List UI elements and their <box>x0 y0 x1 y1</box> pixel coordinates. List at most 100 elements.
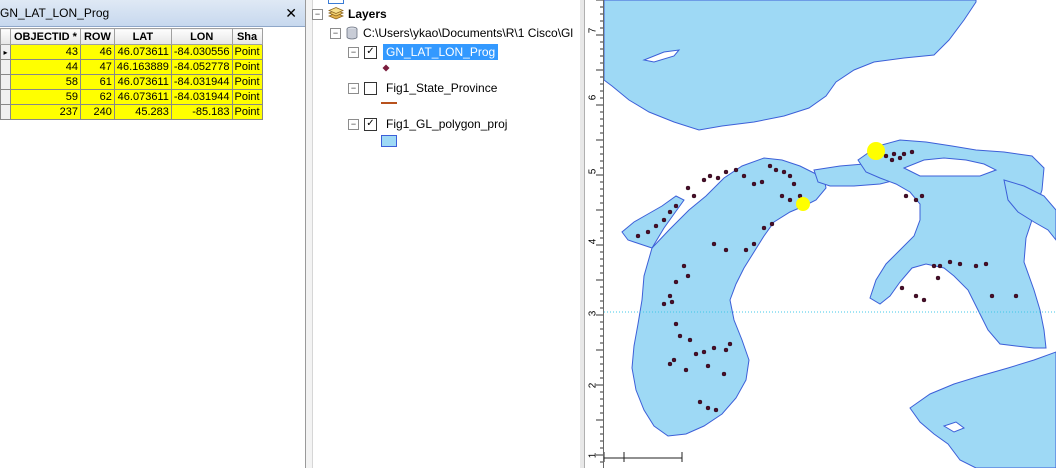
cell-objectid[interactable]: 59 <box>10 89 81 105</box>
collapse-icon[interactable]: − <box>348 82 359 94</box>
data-point[interactable] <box>791 181 797 187</box>
cell-lat[interactable]: 46.073611 <box>113 74 172 90</box>
collapse-icon[interactable]: − <box>348 46 359 58</box>
data-point[interactable] <box>743 247 749 253</box>
data-point[interactable] <box>903 193 909 199</box>
cell-shape[interactable]: Point <box>231 89 263 105</box>
data-point[interactable] <box>693 351 699 357</box>
table-row[interactable]: 58 61 46.073611 -84.031944 Point <box>0 74 263 90</box>
data-point[interactable] <box>1013 293 1019 299</box>
data-point[interactable] <box>901 151 907 157</box>
collapse-icon[interactable]: − <box>348 118 359 130</box>
data-point[interactable] <box>947 259 953 265</box>
cell-row[interactable]: 47 <box>79 59 115 75</box>
map-view[interactable]: 7 6 5 4 3 2 1 <box>585 0 1056 468</box>
table-row[interactable]: ▸ 43 46 46.073611 -84.030556 Point <box>0 44 263 60</box>
data-point[interactable] <box>983 261 989 267</box>
data-point[interactable] <box>661 217 667 223</box>
data-point[interactable] <box>913 293 919 299</box>
row-selector-header[interactable] <box>0 28 11 45</box>
data-point[interactable] <box>909 149 915 155</box>
toc-root-row[interactable]: − Layers <box>312 7 387 21</box>
data-point[interactable] <box>761 225 767 231</box>
current-row-indicator-icon[interactable]: ▸ <box>0 44 11 60</box>
layer-visibility-checkbox[interactable]: ✓ <box>364 45 377 59</box>
data-point[interactable] <box>973 263 979 269</box>
cell-lon[interactable]: -84.031944 <box>170 89 233 105</box>
data-point[interactable] <box>741 173 747 179</box>
cell-objectid[interactable]: 58 <box>10 74 81 90</box>
data-point[interactable] <box>715 175 721 181</box>
data-point[interactable] <box>673 279 679 285</box>
cell-lat[interactable]: 46.073611 <box>113 44 172 60</box>
data-point[interactable] <box>751 181 757 187</box>
data-point[interactable] <box>723 169 729 175</box>
data-point[interactable] <box>667 209 673 215</box>
layer-visibility-checkbox[interactable]: ✓ <box>364 117 377 131</box>
layer-name[interactable]: Fig1_GL_polygon_proj <box>383 116 510 132</box>
data-point[interactable] <box>921 297 927 303</box>
data-point[interactable] <box>653 223 659 229</box>
data-point[interactable] <box>891 151 897 157</box>
data-point[interactable] <box>727 341 733 347</box>
column-header[interactable]: LAT <box>113 28 172 45</box>
collapse-icon[interactable]: − <box>330 27 341 39</box>
cell-lon[interactable]: -84.031944 <box>170 74 233 90</box>
data-point[interactable] <box>673 203 679 209</box>
data-point[interactable] <box>681 263 687 269</box>
data-point[interactable] <box>697 399 703 405</box>
table-row[interactable]: 59 62 46.073611 -84.031944 Point <box>0 89 263 105</box>
map-canvas[interactable] <box>604 0 1056 468</box>
data-point[interactable] <box>937 263 943 269</box>
data-point[interactable] <box>661 301 667 307</box>
data-point[interactable] <box>781 169 787 175</box>
cell-row[interactable]: 240 <box>79 104 115 120</box>
data-point[interactable] <box>645 229 651 235</box>
data-point[interactable] <box>685 185 691 191</box>
data-point[interactable] <box>711 345 717 351</box>
data-point[interactable] <box>701 177 707 183</box>
table-title-bar[interactable]: GN_LAT_LON_Prog ✕ <box>0 0 305 27</box>
data-point[interactable] <box>683 367 689 373</box>
row-selector[interactable] <box>0 74 11 90</box>
table-row[interactable]: 44 47 46.163889 -84.052778 Point <box>0 59 263 75</box>
data-point[interactable] <box>931 263 937 269</box>
cell-lon[interactable]: -84.030556 <box>170 44 233 60</box>
selected-point[interactable] <box>796 197 810 211</box>
column-header[interactable]: OBJECTID * <box>10 28 81 45</box>
data-point[interactable] <box>935 275 941 281</box>
data-point[interactable] <box>687 337 693 343</box>
data-point[interactable] <box>899 285 905 291</box>
toc-datasource-row[interactable]: − C:\Users\ykao\Documents\R\1 Cisco\Gl <box>330 26 573 40</box>
data-point[interactable] <box>787 173 793 179</box>
data-point[interactable] <box>787 197 793 203</box>
data-point[interactable] <box>691 193 697 199</box>
data-point[interactable] <box>705 363 711 369</box>
data-point[interactable] <box>773 167 779 173</box>
data-point[interactable] <box>671 357 677 363</box>
data-point[interactable] <box>769 221 775 227</box>
data-point[interactable] <box>889 157 895 163</box>
row-selector[interactable] <box>0 89 11 105</box>
cell-lat[interactable]: 45.283 <box>113 104 172 120</box>
layer-visibility-checkbox[interactable] <box>364 81 377 95</box>
layer-name[interactable]: Fig1_State_Province <box>383 80 500 96</box>
toc-layer-row-gl-polygon[interactable]: − ✓ Fig1_GL_polygon_proj <box>348 116 510 132</box>
data-point[interactable] <box>767 163 773 169</box>
data-point[interactable] <box>883 153 889 159</box>
cell-shape[interactable]: Point <box>231 44 263 60</box>
data-point[interactable] <box>667 361 673 367</box>
data-point[interactable] <box>919 193 925 199</box>
cell-lon[interactable]: -85.183 <box>170 104 233 120</box>
data-point[interactable] <box>713 407 719 413</box>
row-selector[interactable] <box>0 104 11 120</box>
data-point[interactable] <box>685 273 691 279</box>
data-point[interactable] <box>711 241 717 247</box>
data-point[interactable] <box>733 167 739 173</box>
cell-row[interactable]: 61 <box>79 74 115 90</box>
cell-objectid[interactable]: 237 <box>10 104 81 120</box>
data-point[interactable] <box>705 405 711 411</box>
data-point[interactable] <box>913 197 919 203</box>
data-point[interactable] <box>721 371 727 377</box>
data-point[interactable] <box>989 293 995 299</box>
